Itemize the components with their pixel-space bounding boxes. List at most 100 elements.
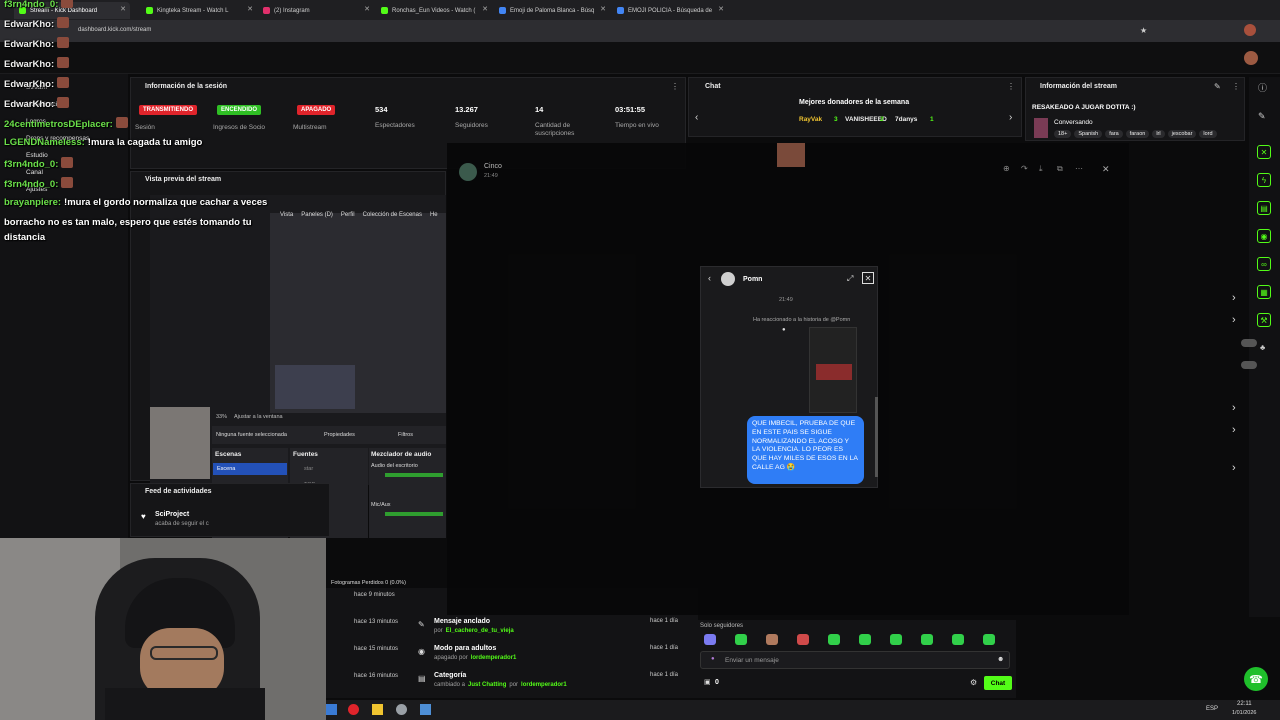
browser-tab[interactable]: Emoji de Paloma Blanca - Búsq ✕ <box>494 2 610 19</box>
chat-send-button[interactable]: Chat <box>984 676 1012 690</box>
icon-moderation[interactable]: ✕ <box>1257 145 1271 159</box>
stream-tag[interactable]: jescobar <box>1167 130 1197 138</box>
activity-user-link[interactable]: Just Chatting <box>468 682 506 688</box>
overlay-chat-line: f3rn4ndo_0: <box>4 157 74 170</box>
dm-back-icon[interactable]: ‹ <box>708 273 711 283</box>
row-chevron-1[interactable]: › <box>1232 292 1236 304</box>
stream-tag[interactable]: faraon <box>1125 130 1150 138</box>
tab-close-icon[interactable]: ✕ <box>120 5 126 13</box>
chat-settings-icon[interactable]: ⚙ <box>970 678 977 687</box>
taskbar-chrome-icon[interactable] <box>396 704 407 715</box>
donor-name[interactable]: RayVak <box>799 116 822 123</box>
icon-lightning[interactable]: ϟ <box>1257 173 1271 187</box>
obs-menu-item[interactable]: Perfil <box>341 212 355 218</box>
emote-icon[interactable] <box>766 634 778 645</box>
browser-tab[interactable]: (2) Instagram ✕ <box>258 2 374 19</box>
emote-icon[interactable] <box>859 634 871 645</box>
chat-emote-icon <box>57 37 70 48</box>
taskbar-app-1[interactable] <box>326 704 337 715</box>
obs-menu-item[interactable]: Vista <box>280 212 293 218</box>
obs-menu-item[interactable]: Colección de Escenas <box>363 212 422 218</box>
tab-close-icon[interactable]: ✕ <box>247 5 253 13</box>
browser-tab[interactable]: EMOJI POLICIA - Búsqueda de ✕ <box>612 2 728 19</box>
overlay-more-icon[interactable]: ⋯ <box>1075 164 1083 173</box>
sidebar-item[interactable]: Canal <box>26 169 43 176</box>
icon-chat[interactable]: ◉ <box>1257 229 1271 243</box>
taskbar-obs-icon[interactable] <box>348 704 359 715</box>
icon-people[interactable]: ♣ <box>1260 343 1265 352</box>
taskbar-folder-icon[interactable] <box>372 704 383 715</box>
dm-close-icon[interactable]: ✕ <box>862 272 874 284</box>
emote-icon[interactable] <box>797 634 809 645</box>
tab-close-icon[interactable]: ✕ <box>482 5 488 13</box>
info-icon[interactable]: ⓘ <box>1258 81 1267 94</box>
toggle-1[interactable] <box>1241 339 1257 347</box>
stream-tag[interactable]: 18+ <box>1054 130 1072 138</box>
donor-name[interactable]: 7danys <box>895 116 917 123</box>
tab-close-icon[interactable]: ✕ <box>364 5 370 13</box>
activity-user-link[interactable]: lordemperador1 <box>471 655 517 661</box>
emote-icon[interactable] <box>704 634 716 645</box>
activity-user-link[interactable]: El_cachero_de_tu_vieja <box>446 628 514 634</box>
emote-icon[interactable] <box>952 634 964 645</box>
obs-scene-selected[interactable]: Escena <box>213 463 287 475</box>
url-text[interactable]: dashboard.kick.com/stream <box>78 27 151 33</box>
dm-scrollbar[interactable] <box>875 397 878 477</box>
dm-expand-icon[interactable]: ⤢ <box>847 274 853 284</box>
tab-close-icon[interactable]: ✕ <box>718 5 724 13</box>
emote-icon[interactable] <box>921 634 933 645</box>
obs-filters-button[interactable]: Filtros <box>398 432 413 438</box>
row-chevron-4[interactable]: › <box>1232 424 1236 436</box>
star-icon[interactable]: ★ <box>1140 26 1147 35</box>
dm-story-thumbnail[interactable] <box>809 327 857 413</box>
emote-icon[interactable] <box>890 634 902 645</box>
emote-icon[interactable] <box>735 634 747 645</box>
obs-fit[interactable]: Ajustar a la ventana <box>234 414 283 420</box>
toggle-2[interactable] <box>1241 361 1257 369</box>
icon-file[interactable]: ▤ <box>1257 201 1271 215</box>
edit-icon[interactable]: ✎ <box>1214 82 1221 91</box>
address-bar[interactable] <box>0 20 1280 42</box>
tab-close-icon[interactable]: ✕ <box>600 5 606 13</box>
followers-only-label: Solo seguidores <box>700 623 744 629</box>
stream-tag[interactable]: fara <box>1105 130 1123 138</box>
row-chevron-3[interactable]: › <box>1232 402 1236 414</box>
chat-input[interactable]: ● Enviar un mensaje ☻ <box>700 651 1010 669</box>
icon-wrench[interactable]: ⚒ <box>1257 313 1271 327</box>
obs-menu-item[interactable]: Paneles (D) <box>301 212 333 218</box>
more-icon[interactable]: ⋮ <box>671 82 679 91</box>
emoji-icon[interactable]: ☻ <box>997 656 1004 663</box>
edit-pen-icon[interactable]: ✎ <box>1258 111 1266 122</box>
icon-layout[interactable]: ▦ <box>1257 285 1271 299</box>
profile-avatar[interactable] <box>1244 24 1256 36</box>
obs-menu-item[interactable]: He <box>430 212 438 218</box>
obs-properties-button[interactable]: Propiedades <box>324 432 355 438</box>
icon-link[interactable]: ∞ <box>1257 257 1271 271</box>
zoom-in-icon[interactable]: ⊕ <box>1003 164 1010 173</box>
stream-tag[interactable]: lrl <box>1152 130 1165 138</box>
mic-icon[interactable]: ● <box>711 656 715 662</box>
taskbar-app-5[interactable] <box>420 704 431 715</box>
forward-icon[interactable]: ↷ <box>1021 164 1028 173</box>
stream-tag[interactable]: lord <box>1199 130 1217 138</box>
browser-tab[interactable]: Ronchas_Eun Videos - Watch (✕ <box>376 2 492 19</box>
chevron-right-icon[interactable]: › <box>1009 112 1012 123</box>
open-external-icon[interactable]: ⧉ <box>1057 164 1063 174</box>
activity-first-user: SciProject <box>155 511 190 518</box>
download-icon[interactable]: ⤓ <box>1039 164 1043 174</box>
stream-tag[interactable]: Spanish <box>1074 130 1103 138</box>
support-chat-icon[interactable]: ☎ <box>1244 667 1268 691</box>
row-chevron-5[interactable]: › <box>1232 462 1236 474</box>
obs-source-item[interactable]: star <box>304 466 313 472</box>
overlay-close-icon[interactable]: ✕ <box>1102 164 1110 175</box>
user-avatar[interactable] <box>1244 51 1258 65</box>
browser-tab[interactable]: Kingteka Stream - Watch L ✕ <box>141 2 257 19</box>
taskbar-lang[interactable]: ESP <box>1206 706 1218 712</box>
chevron-left-icon[interactable]: ‹ <box>695 112 698 123</box>
activity-user-link[interactable]: lordemperador1 <box>521 682 567 688</box>
emote-icon[interactable] <box>828 634 840 645</box>
chat-more-icon[interactable]: ⋮ <box>1007 82 1015 91</box>
emote-icon[interactable] <box>983 634 995 645</box>
row-chevron-2[interactable]: › <box>1232 314 1236 326</box>
info-more-icon[interactable]: ⋮ <box>1232 82 1240 91</box>
